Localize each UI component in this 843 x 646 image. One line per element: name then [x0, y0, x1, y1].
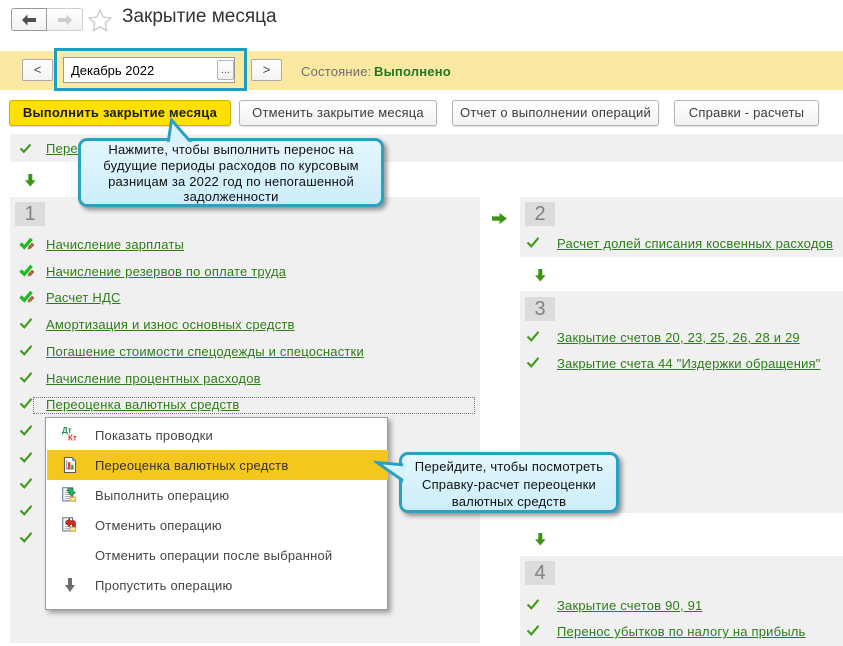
svg-text:Кт: Кт: [68, 434, 77, 442]
